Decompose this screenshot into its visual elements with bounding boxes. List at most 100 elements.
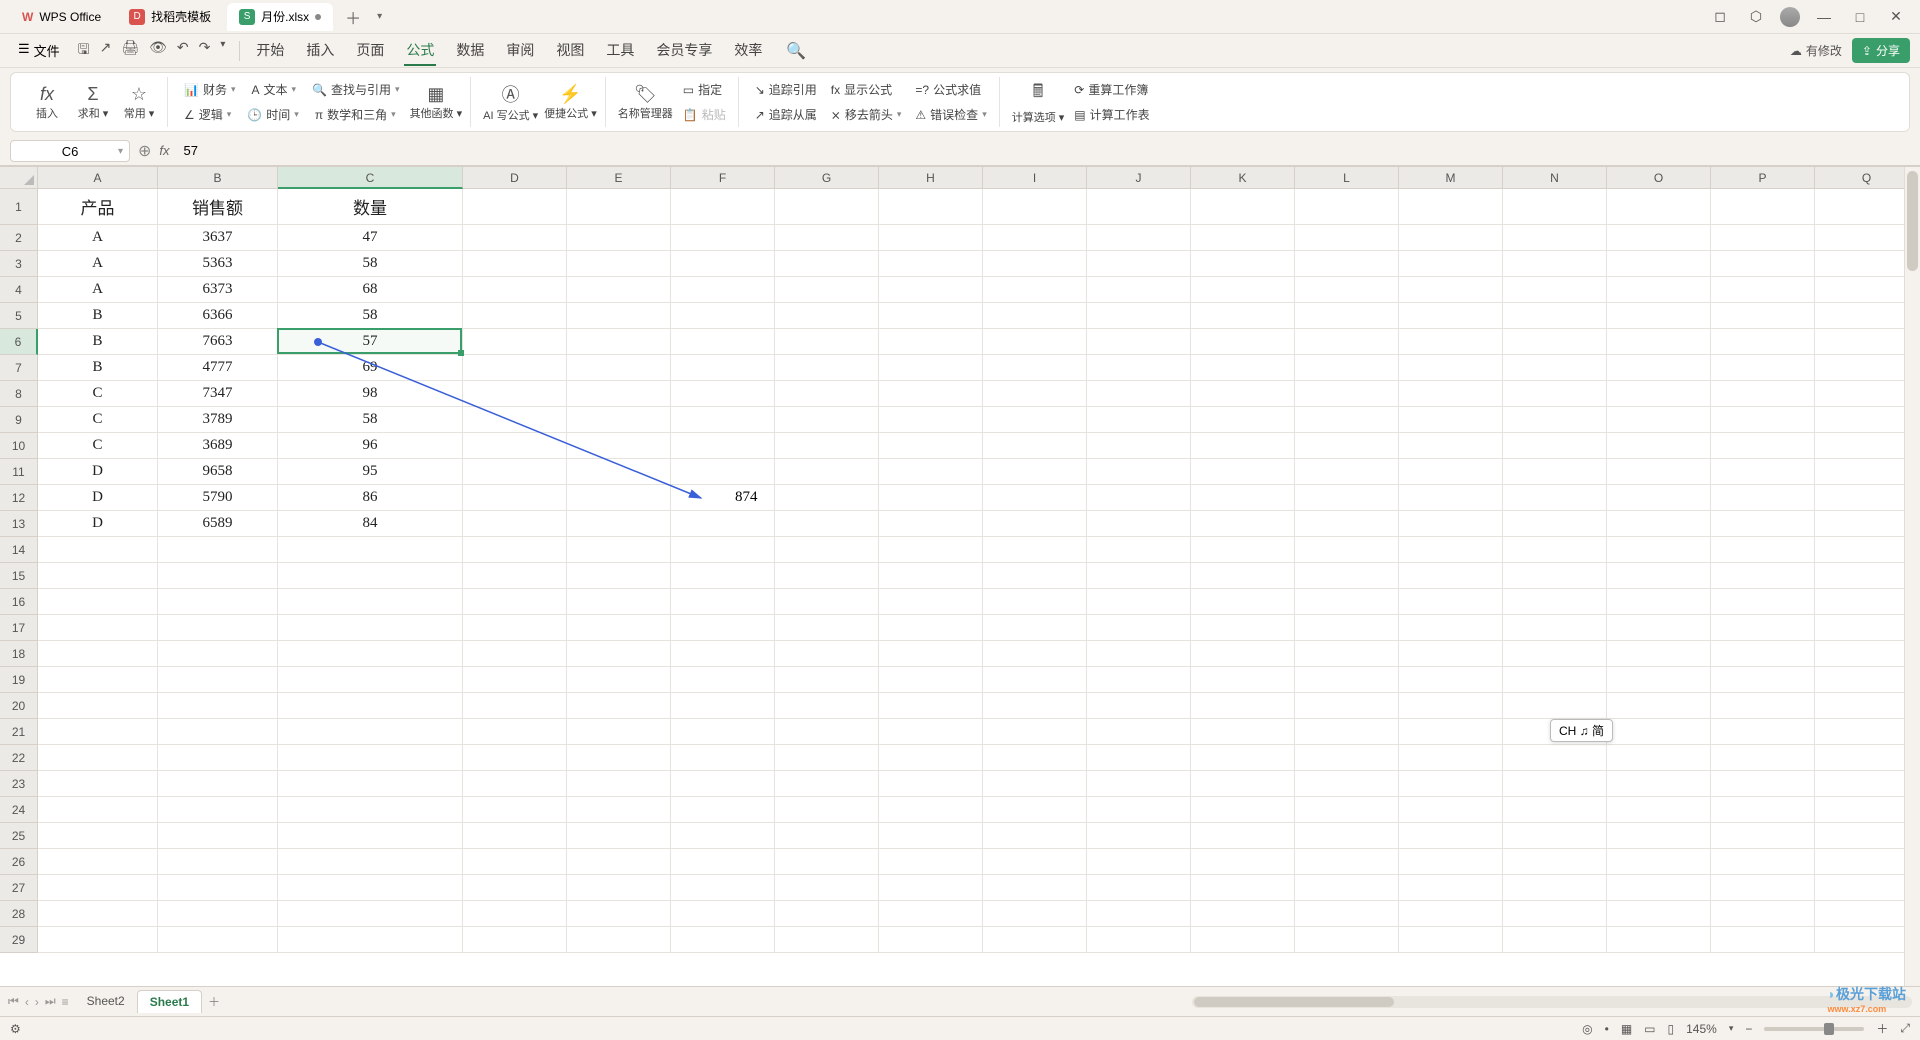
cell[interactable] [1087, 927, 1191, 953]
cell[interactable] [278, 901, 463, 927]
cell[interactable] [1503, 303, 1607, 329]
cell[interactable]: 47 [278, 225, 463, 251]
cell[interactable]: B [38, 329, 158, 355]
cell[interactable] [775, 485, 879, 511]
cell[interactable] [1191, 537, 1295, 563]
view-normal-icon[interactable]: ▦ [1621, 1022, 1632, 1036]
cell[interactable] [1607, 189, 1711, 225]
cell[interactable] [1711, 537, 1815, 563]
cell[interactable] [775, 329, 879, 355]
cell[interactable] [1503, 745, 1607, 771]
cell[interactable] [1087, 745, 1191, 771]
cell[interactable] [775, 459, 879, 485]
print-preview-icon[interactable]: 👁 [149, 39, 167, 63]
cell[interactable]: A [38, 225, 158, 251]
cell[interactable] [1607, 563, 1711, 589]
undo-icon[interactable]: ↶ [177, 39, 189, 63]
cell[interactable] [775, 719, 879, 745]
zoom-handle[interactable] [1824, 1023, 1834, 1035]
cell[interactable] [38, 745, 158, 771]
row-header-21[interactable]: 21 [0, 719, 38, 745]
cell[interactable] [567, 719, 671, 745]
evaluate-formula-button[interactable]: =?公式求值 [911, 79, 990, 100]
cell[interactable] [1295, 667, 1399, 693]
cell[interactable] [1399, 511, 1503, 537]
cell[interactable] [567, 225, 671, 251]
cell[interactable] [1295, 563, 1399, 589]
cell[interactable] [1607, 667, 1711, 693]
cell[interactable] [38, 901, 158, 927]
cell[interactable] [1399, 693, 1503, 719]
cell[interactable] [879, 511, 983, 537]
col-header-B[interactable]: B [158, 167, 278, 189]
show-formulas-button[interactable]: fx显示公式 [827, 79, 906, 100]
cell[interactable] [1295, 693, 1399, 719]
cell[interactable] [463, 407, 567, 433]
cell[interactable]: C [38, 433, 158, 459]
cell[interactable] [879, 771, 983, 797]
cell[interactable]: D [38, 511, 158, 537]
cell[interactable] [879, 745, 983, 771]
cell[interactable] [1607, 849, 1711, 875]
cell[interactable] [1191, 589, 1295, 615]
cell[interactable] [879, 823, 983, 849]
cell[interactable] [879, 251, 983, 277]
cell[interactable] [775, 189, 879, 225]
cell[interactable] [1711, 511, 1815, 537]
cell[interactable] [1503, 537, 1607, 563]
cell[interactable] [463, 615, 567, 641]
cell[interactable] [671, 771, 775, 797]
cell[interactable] [1191, 615, 1295, 641]
cell[interactable] [567, 433, 671, 459]
cell[interactable]: 58 [278, 251, 463, 277]
sheet-list-icon[interactable]: ≡ [62, 995, 69, 1009]
cell[interactable] [983, 875, 1087, 901]
cell[interactable] [983, 407, 1087, 433]
cell[interactable] [671, 875, 775, 901]
cell[interactable] [1191, 433, 1295, 459]
cell[interactable]: 98 [278, 381, 463, 407]
cell[interactable] [879, 433, 983, 459]
cell[interactable] [983, 615, 1087, 641]
cell[interactable] [1295, 355, 1399, 381]
cell[interactable] [1087, 901, 1191, 927]
calc-sheet-button[interactable]: ▤计算工作表 [1070, 104, 1153, 125]
cell[interactable] [983, 797, 1087, 823]
fn-category-逻辑[interactable]: ∠逻辑 ▾ [180, 104, 235, 125]
changes-indicator[interactable]: ☁有修改 [1790, 42, 1842, 59]
cell[interactable] [671, 189, 775, 225]
sheet-nav-last-icon[interactable]: ⏭ [45, 994, 56, 1009]
fullscreen-icon[interactable]: ⤢ [1900, 1021, 1910, 1036]
cell[interactable] [567, 641, 671, 667]
cell[interactable] [1399, 381, 1503, 407]
cell[interactable] [1087, 615, 1191, 641]
cell[interactable] [1503, 381, 1607, 407]
cell[interactable] [1399, 667, 1503, 693]
cell[interactable] [463, 693, 567, 719]
cell[interactable] [38, 563, 158, 589]
cell[interactable]: D [38, 459, 158, 485]
cell[interactable] [879, 589, 983, 615]
cell[interactable] [1711, 771, 1815, 797]
remove-arrows-button[interactable]: ⨯移去箭头 ▾ [827, 104, 906, 125]
cell[interactable] [671, 407, 775, 433]
cell[interactable] [1503, 849, 1607, 875]
cell[interactable] [1295, 745, 1399, 771]
cell[interactable] [1399, 355, 1503, 381]
cell[interactable] [38, 875, 158, 901]
cell[interactable] [463, 563, 567, 589]
file-menu[interactable]: ☰文件 [10, 37, 68, 64]
row-header-7[interactable]: 7 [0, 355, 38, 381]
cell[interactable] [1503, 693, 1607, 719]
common-functions-button[interactable]: ☆常用 ▾ [119, 84, 159, 121]
cell[interactable]: 3637 [158, 225, 278, 251]
calc-options-button[interactable]: 🖩计算选项 ▾ [1012, 79, 1065, 125]
cell[interactable] [1191, 849, 1295, 875]
cell[interactable] [463, 537, 567, 563]
col-header-G[interactable]: G [775, 167, 879, 189]
cell[interactable] [567, 407, 671, 433]
cell[interactable]: 销售额 [158, 189, 278, 225]
cube-icon[interactable]: ⬡ [1744, 8, 1768, 25]
cell[interactable] [775, 251, 879, 277]
cell[interactable] [567, 667, 671, 693]
